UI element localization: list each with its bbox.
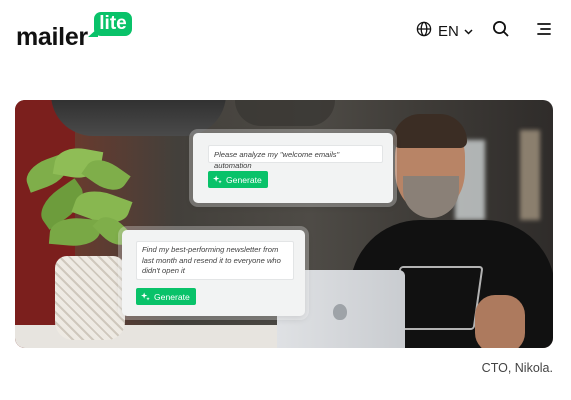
logo-wordmark: mailer <box>16 23 88 51</box>
chevron-down-icon <box>464 22 473 40</box>
language-selector[interactable]: EN <box>416 20 473 42</box>
ai-prompt-card: Please analyze my "welcome emails" autom… <box>193 133 393 203</box>
pendant-lamp <box>51 100 226 136</box>
prompt-input: Find my best-performing newsletter from … <box>136 241 294 280</box>
language-label: EN <box>438 22 459 40</box>
generate-button-label: Generate <box>154 291 190 302</box>
generate-button-label: Generate <box>226 174 262 185</box>
plant-pot <box>55 256 125 340</box>
search-icon <box>492 20 510 43</box>
photo-caption: CTO, Nikola. <box>481 361 553 375</box>
pendant-lamp <box>235 100 335 126</box>
hero-image: Please analyze my "welcome emails" autom… <box>15 100 553 348</box>
apple-logo-icon <box>333 304 347 320</box>
generate-button: Generate <box>208 171 268 188</box>
site-header: mailer lite EN <box>0 0 571 70</box>
prompt-input: Please analyze my "welcome emails" autom… <box>208 145 383 170</box>
sparkle-icon <box>213 175 222 184</box>
ai-prompt-card: Find my best-performing newsletter from … <box>122 230 305 316</box>
generate-button: Generate <box>136 288 196 305</box>
menu-button[interactable] <box>533 20 555 42</box>
search-button[interactable] <box>490 20 512 42</box>
sparkle-icon <box>141 292 150 301</box>
logo-badge-text: lite <box>99 13 127 34</box>
logo-badge: lite <box>88 12 132 37</box>
hamburger-menu-icon <box>536 22 552 41</box>
globe-icon <box>416 21 432 42</box>
background-window <box>520 130 540 220</box>
mailerlite-logo[interactable]: mailer lite <box>16 10 141 51</box>
